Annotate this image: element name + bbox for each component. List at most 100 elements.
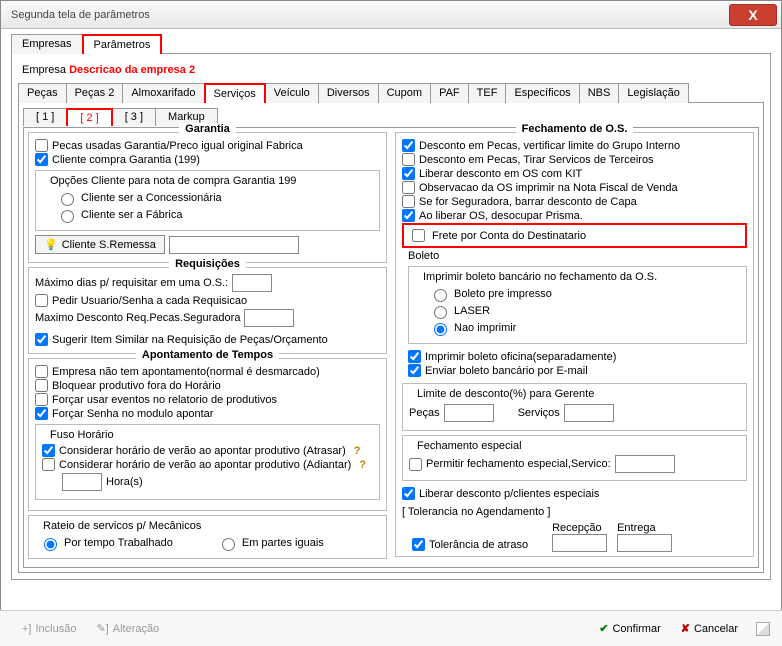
input-max-desc[interactable] [244, 309, 294, 327]
rad-por-tempo[interactable] [44, 538, 57, 551]
chk-bloquear[interactable] [35, 379, 48, 392]
lbl-limite-servicos: Serviços [518, 407, 560, 419]
lbl-concess: Cliente ser a Concessionária [81, 192, 222, 204]
tab-especificos[interactable]: Específicos [505, 83, 579, 103]
chk-adiantar[interactable] [42, 458, 55, 471]
lbl-observ: Observacao da OS imprimir na Nota Fiscal… [419, 182, 678, 194]
apont-title: Apontamento de Tempos [136, 349, 279, 361]
plus-icon: +] [22, 623, 31, 635]
chk-atrasar[interactable] [42, 444, 55, 457]
resize-grip-icon[interactable] [756, 622, 770, 636]
lamp-icon: 💡 [44, 238, 58, 251]
chk-desc-grupo[interactable] [402, 139, 415, 152]
subtab-1[interactable]: [ 1 ] [23, 108, 67, 126]
subtab-2[interactable]: [ 2 ] [66, 108, 112, 126]
rad-nao-imprimir[interactable] [434, 323, 447, 336]
help-adiantar-icon[interactable]: ? [359, 459, 366, 471]
empresa-label: Empresa [22, 64, 66, 76]
cancel-icon: ✘ [681, 622, 690, 635]
tab-nbs[interactable]: NBS [579, 83, 620, 103]
btn-alteracao[interactable]: ✎]Alteração [86, 618, 169, 639]
lbl-liberar-especiais: Liberar desconto p/clientes especiais [419, 488, 599, 500]
chk-tolerancia-atraso[interactable] [412, 538, 425, 551]
lbl-desc-terc: Desconto em Pecas, Tirar Servicos de Ter… [419, 154, 654, 166]
tab-paf[interactable]: PAF [430, 83, 469, 103]
input-limite-servicos[interactable] [564, 404, 614, 422]
tab-tef[interactable]: TEF [468, 83, 507, 103]
fech-title: Fechamento de O.S. [516, 123, 634, 135]
close-button[interactable]: X [729, 4, 777, 26]
lbl-max-desc: Maximo Desconto Req.Pecas.Seguradora [35, 312, 240, 324]
tab-pecas2[interactable]: Peças 2 [66, 83, 124, 103]
check-icon: ✔ [599, 622, 608, 635]
limite-title: Limite de desconto(%) para Gerente [413, 388, 598, 400]
lbl-frete-conta: Frete por Conta do Destinatario [432, 230, 586, 242]
chk-liberar-kit[interactable] [402, 167, 415, 180]
tab-legislacao[interactable]: Legislação [618, 83, 689, 103]
chk-boleto-email[interactable] [408, 364, 421, 377]
input-limite-pecas[interactable] [444, 404, 494, 422]
chk-pedir-usuario[interactable] [35, 294, 48, 307]
tab-cupom[interactable]: Cupom [378, 83, 431, 103]
btn-cliente-sremessa[interactable]: 💡Cliente S.Remessa [35, 235, 165, 254]
lbl-desc-grupo: Desconto em Pecas, vertificar limite do … [419, 140, 680, 152]
lbl-forcar-usar: Forçar usar eventos no relatorio de prod… [52, 394, 277, 406]
rad-pre-impresso[interactable] [434, 289, 447, 302]
subtab-3[interactable]: [ 3 ] [112, 108, 156, 126]
btn-cancelar[interactable]: ✘Cancelar [671, 618, 748, 639]
lbl-confirmar: Confirmar [612, 623, 660, 635]
btn-confirmar[interactable]: ✔ Confirmar [589, 618, 671, 639]
chk-pecas-usadas[interactable] [35, 139, 48, 152]
chk-permitir-fechesp[interactable] [409, 458, 422, 471]
rad-concess[interactable] [61, 193, 74, 206]
garantia-title: Garantia [179, 123, 236, 135]
chk-boleto-oficina[interactable] [408, 350, 421, 363]
help-atrasar-icon[interactable]: ? [354, 445, 361, 457]
lbl-forcar-senha: Forçar Senha no modulo apontar [52, 408, 213, 420]
lbl-seguradora: Se for Seguradora, barrar desconto de Ca… [419, 196, 637, 208]
lbl-max-dias: Máximo dias p/ requisitar em uma O.S.: [35, 277, 228, 289]
lbl-boleto-oficina: Imprimir boleto oficina(separadamente) [425, 351, 616, 363]
input-max-dias[interactable] [232, 274, 272, 292]
window-title: Segunda tela de parâmetros [11, 9, 150, 21]
tab-parametros[interactable]: Parâmetros [82, 34, 163, 54]
imprimir-boleto-title: Imprimir boleto bancário no fechamento d… [419, 271, 661, 283]
chk-sugerir[interactable] [35, 333, 48, 346]
tab-diversos[interactable]: Diversos [318, 83, 379, 103]
btn-inclusao[interactable]: +] Inclusão [12, 619, 86, 639]
chk-observ[interactable] [402, 181, 415, 194]
tab-almox[interactable]: Almoxarifado [122, 83, 204, 103]
chk-liberar-especiais[interactable] [402, 487, 415, 500]
group-garantia: Garantia Pecas usadas Garantia/Preco igu… [28, 132, 387, 263]
lbl-por-tempo: Por tempo Trabalhado [64, 537, 173, 549]
chk-empresa-nao[interactable] [35, 365, 48, 378]
tab-veiculo[interactable]: Veículo [265, 83, 319, 103]
group-rateio: Rateio de servicos p/ Mecânicos Por temp… [28, 515, 387, 559]
rad-laser[interactable] [434, 306, 447, 319]
input-horas[interactable] [62, 473, 102, 491]
lbl-sugerir: Sugerir Item Similar na Requisição de Pe… [52, 334, 328, 346]
input-fechesp-servico[interactable] [615, 455, 675, 473]
chk-liberar-prisma[interactable] [402, 209, 415, 222]
lbl-boleto-email: Enviar boleto bancário por E-mail [425, 365, 588, 377]
chk-cliente-compra[interactable] [35, 153, 48, 166]
chk-forcar-senha[interactable] [35, 407, 48, 420]
chk-seguradora[interactable] [402, 195, 415, 208]
tab-empresas[interactable]: Empresas [11, 34, 83, 54]
rad-fabrica[interactable] [61, 210, 74, 223]
tab-pecas[interactable]: Peças [18, 83, 67, 103]
lbl-partes-iguais: Em partes iguais [242, 537, 324, 549]
lbl-inclusao: Inclusão [35, 623, 76, 635]
tab-servicos[interactable]: Serviços [204, 83, 266, 103]
chk-forcar-usar[interactable] [35, 393, 48, 406]
boleto-title: Boleto [408, 250, 747, 262]
input-entrega[interactable] [617, 534, 672, 552]
empresa-desc: Descricao da empresa 2 [69, 64, 195, 76]
lbl-cliente-compra: Cliente compra Garantia (199) [52, 154, 200, 166]
lbl-laser: LASER [454, 305, 490, 317]
input-recepcao[interactable] [552, 534, 607, 552]
input-cliente-sremessa[interactable] [169, 236, 299, 254]
chk-desc-terc[interactable] [402, 153, 415, 166]
rad-partes-iguais[interactable] [222, 538, 235, 551]
chk-frete-conta[interactable] [412, 229, 425, 242]
